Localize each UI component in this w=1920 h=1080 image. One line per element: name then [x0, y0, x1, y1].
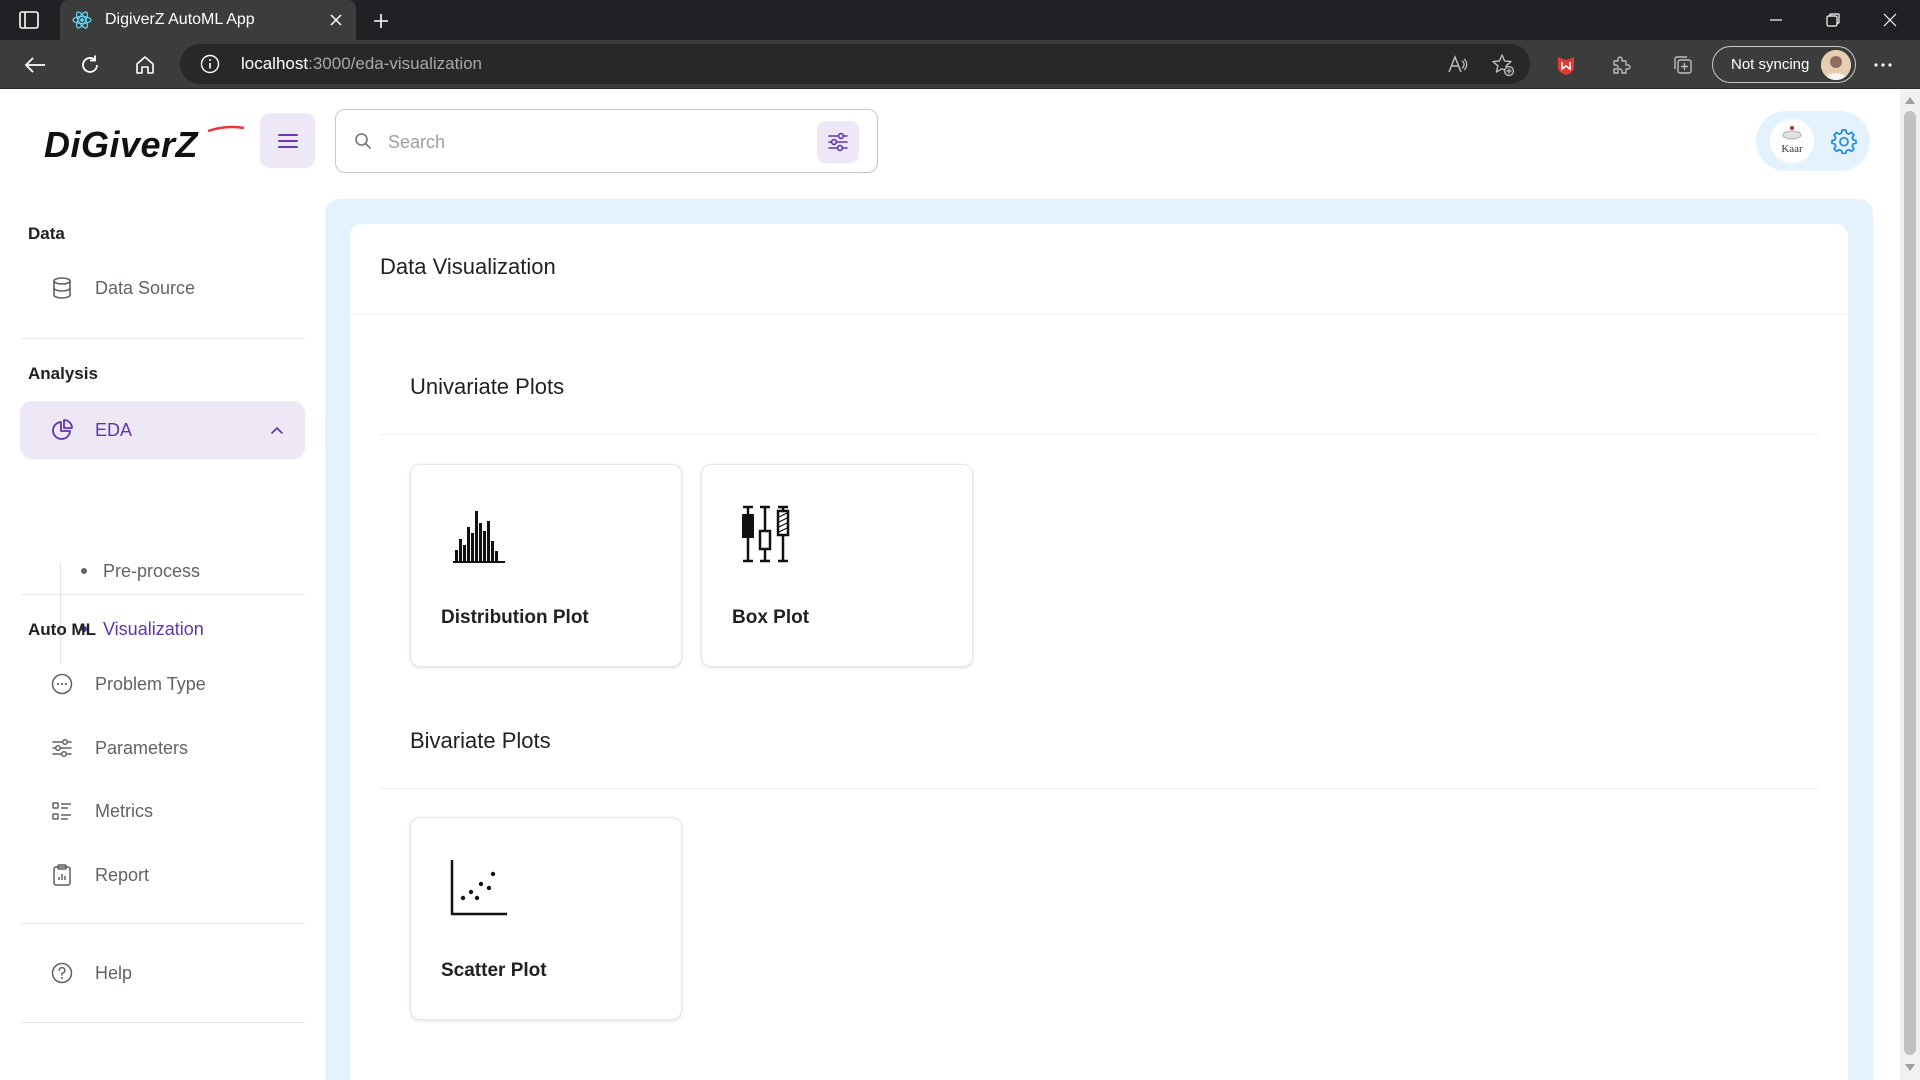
chevron-up-icon[interactable] [269, 422, 285, 438]
window-close-icon[interactable] [1862, 0, 1918, 40]
card-label: Distribution Plot [441, 607, 589, 628]
sidebar-item-metrics[interactable]: Metrics [20, 782, 305, 840]
sidebar-subitem-label: Pre-process [103, 561, 201, 581]
url-path: :3000/eda-visualization [308, 54, 483, 73]
browser-tab-bar: DigiverZ AutoML App [0, 0, 1920, 40]
user-avatar[interactable]: Kaar [1770, 119, 1814, 163]
bivariate-plots-title: Bivariate Plots [410, 728, 551, 753]
section-title-data: Data [28, 224, 65, 243]
section-title-analysis: Analysis [28, 364, 98, 383]
close-icon[interactable] [326, 10, 346, 30]
more-options-icon[interactable] [1868, 52, 1898, 78]
sidebar-subitem-visualization[interactable]: Visualization [75, 609, 295, 649]
browser-tab[interactable]: DigiverZ AutoML App [60, 0, 356, 40]
back-arrow-icon[interactable] [20, 50, 50, 80]
refresh-icon[interactable] [75, 50, 105, 80]
sidebar-item-label: Problem Type [95, 674, 206, 694]
sidebar-item-label: EDA [95, 420, 133, 440]
extensions-icon[interactable] [1608, 52, 1634, 78]
hamburger-icon [277, 133, 298, 148]
read-aloud-icon[interactable] [1444, 52, 1470, 78]
react-icon [72, 10, 92, 30]
sidebar-item-label: Parameters [95, 738, 189, 758]
distribution-plot-icon [447, 503, 511, 567]
url-text: localhost:3000/eda-visualization [241, 54, 482, 74]
card-label: Box Plot [732, 607, 810, 628]
header-actions: Kaar [1756, 111, 1870, 171]
title-divider [350, 314, 1848, 315]
sidebar-subitem-label: Visualization [103, 619, 204, 639]
sliders-icon [50, 736, 74, 760]
pie-chart-icon [50, 418, 74, 442]
clipboard-report-icon [50, 863, 74, 887]
sidebar-item-report[interactable]: Report [20, 846, 305, 904]
home-icon[interactable] [130, 50, 160, 80]
search-input[interactable] [388, 127, 788, 157]
svg-text:Kaar: Kaar [1781, 143, 1803, 155]
sidebar-divider [20, 1022, 305, 1023]
list-details-icon [50, 799, 74, 823]
gear-icon [1831, 129, 1857, 154]
univariate-plots-title: Univariate Plots [410, 374, 565, 399]
box-plot-icon [738, 503, 802, 567]
scroll-down-arrow-icon[interactable] [1905, 1063, 1915, 1073]
sidebar-divider [20, 923, 305, 924]
group-divider [380, 434, 1818, 435]
sidebar-item-help[interactable]: Help [20, 944, 305, 1002]
sidebar-item-label: Report [95, 865, 150, 885]
page-scrollbar[interactable] [1900, 89, 1920, 1080]
mcafee-icon[interactable] [1553, 52, 1579, 78]
tab-title: DigiverZ AutoML App [105, 11, 255, 28]
dots-circle-icon [50, 672, 74, 696]
new-tab-button[interactable] [368, 8, 394, 34]
search-icon [354, 132, 374, 152]
bullet-icon [81, 568, 87, 574]
url-host: localhost [241, 54, 309, 73]
sliders-icon [828, 132, 848, 152]
help-icon [50, 961, 74, 985]
address-bar[interactable]: localhost:3000/eda-visualization [180, 44, 1530, 84]
distribution-plot-card[interactable]: Distribution Plot [410, 464, 682, 667]
section-title-auto-ml: Auto ML [28, 620, 96, 639]
scroll-up-arrow-icon[interactable] [1905, 95, 1915, 105]
sidebar-divider [20, 594, 305, 595]
digiverz-logo: DiGiverZ [42, 123, 248, 167]
page-title: Data Visualization [380, 254, 556, 279]
restore-icon[interactable] [1805, 0, 1861, 40]
database-icon [50, 276, 74, 300]
sidebar-item-eda[interactable]: EDA [20, 401, 305, 459]
scatter-plot-icon [447, 856, 511, 920]
minimize-icon[interactable] [1748, 0, 1804, 40]
search-bar [335, 109, 878, 173]
submenu-line [60, 563, 61, 663]
tab-actions-icon[interactable] [18, 10, 40, 30]
group-divider [380, 788, 1818, 789]
scatter-plot-card[interactable]: Scatter Plot [410, 817, 682, 1020]
settings-button[interactable] [1826, 123, 1862, 159]
svg-text:DiGiverZ: DiGiverZ [44, 124, 200, 165]
profile-avatar [1821, 50, 1851, 80]
sidebar-subitem-pre-process[interactable]: Pre-process [75, 551, 295, 591]
app-page: DiGiverZ Kaar Data [0, 89, 1900, 1080]
scrollbar-thumb[interactable] [1904, 111, 1916, 1055]
card-label: Scatter Plot [441, 960, 547, 981]
sidebar-item-parameters[interactable]: Parameters [20, 719, 305, 777]
visualization-card: Data Visualization Univariate Plots Dist… [350, 224, 1848, 1080]
filter-button[interactable] [817, 121, 859, 163]
sync-status-button[interactable]: Not syncing [1712, 46, 1856, 83]
favorites-star-icon[interactable] [1490, 52, 1516, 78]
sidebar-divider [20, 338, 305, 339]
sidebar-item-problem-type[interactable]: Problem Type [20, 655, 305, 713]
box-plot-card[interactable]: Box Plot [701, 464, 973, 667]
sidebar-item-label: Data Source [95, 278, 196, 298]
sidebar-item-label: Metrics [95, 801, 153, 821]
info-icon[interactable] [200, 54, 220, 74]
browser-toolbar: localhost:3000/eda-visualization Not syn… [0, 40, 1920, 89]
collections-icon[interactable] [1670, 52, 1696, 78]
sidebar-item-data-source[interactable]: Data Source [20, 259, 305, 317]
sync-label: Not syncing [1731, 56, 1810, 73]
sidebar-item-label: Help [95, 963, 133, 983]
menu-toggle-button[interactable] [260, 113, 315, 168]
